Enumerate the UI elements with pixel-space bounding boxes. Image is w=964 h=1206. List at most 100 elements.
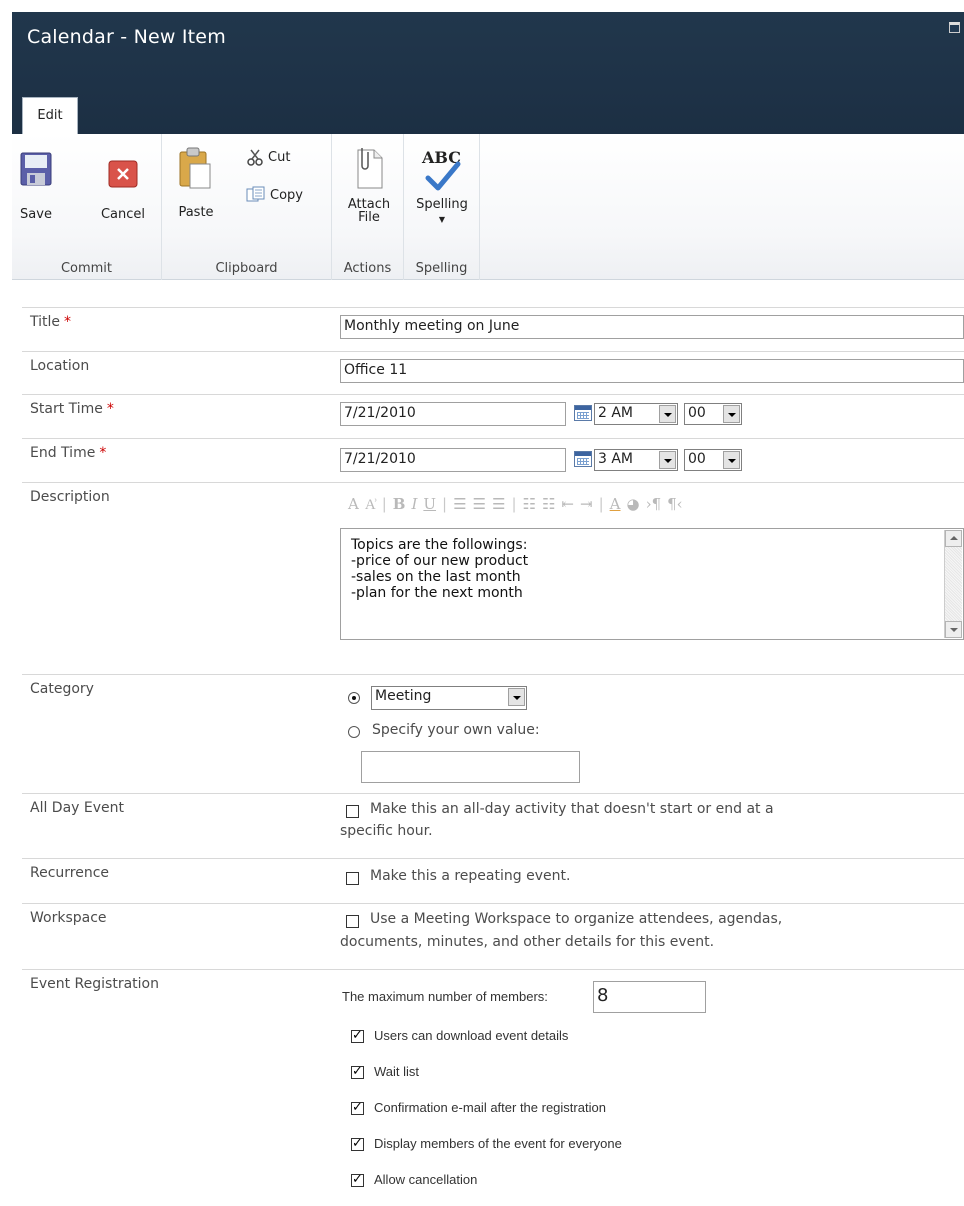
ribbon-group-commit: Save Cancel Commit <box>12 134 162 280</box>
cut-icon <box>247 149 263 166</box>
font-size-icon[interactable]: A <box>348 495 359 513</box>
max-members-input[interactable]: 8 <box>593 981 706 1013</box>
end-time-label: End Time * <box>30 445 107 461</box>
paste-button[interactable]: Paste <box>176 146 216 219</box>
attach-file-button[interactable]: Attach File <box>342 146 396 224</box>
display-members-label: Display members of the event for everyon… <box>374 1136 622 1151</box>
copy-label: Copy <box>270 187 303 203</box>
save-button[interactable]: Save <box>16 152 56 221</box>
all-day-event-label: All Day Event <box>30 800 125 816</box>
group-label-clipboard: Clipboard <box>215 261 278 276</box>
row-start-time: Start Time * 7/21/2010 2 AM 00 <box>22 394 964 438</box>
start-time-label: Start Time * <box>30 401 114 417</box>
tab-edit[interactable]: Edit <box>22 97 78 134</box>
save-label: Save <box>20 207 52 222</box>
italic-icon[interactable]: I <box>411 495 417 513</box>
end-hour-select[interactable]: 3 AM <box>594 449 678 471</box>
row-description: Description A A͗ | B I U | ☰ ☰ ☰ | ☷ ☷ ⇤… <box>22 482 964 674</box>
recurrence-checkbox[interactable] <box>346 872 359 885</box>
calendar-icon[interactable] <box>574 405 592 421</box>
description-editor[interactable]: Topics are the followings: -price of our… <box>340 528 964 640</box>
attach-label-line2: File <box>358 210 380 225</box>
ribbon-group-clipboard: Paste Cut Copy Clipboard <box>162 134 332 280</box>
description-scrollbar[interactable] <box>944 530 962 638</box>
indent-icon[interactable]: ⇥ <box>580 495 593 513</box>
all-day-text-line1: Make this an all-day activity that doesn… <box>370 801 774 817</box>
calendar-icon[interactable] <box>574 451 592 467</box>
workspace-text-line2: documents, minutes, and other details fo… <box>340 934 715 950</box>
workspace-checkbox[interactable] <box>346 915 359 928</box>
align-left-icon[interactable]: ☰ <box>453 495 466 513</box>
underline-icon[interactable]: U <box>423 495 436 513</box>
bullet-list-icon[interactable]: ☷ <box>542 495 555 513</box>
allow-cancellation-checkbox[interactable] <box>351 1172 364 1187</box>
rtl-icon[interactable]: ¶‹ <box>667 495 683 513</box>
rich-text-toolbar: A A͗ | B I U | ☰ ☰ ☰ | ☷ ☷ ⇤ ⇥ | A ◕ ›¶ … <box>348 494 683 514</box>
bold-icon[interactable]: B <box>393 495 406 513</box>
start-hour-select[interactable]: 2 AM <box>594 403 678 425</box>
download-details-label: Users can download event details <box>374 1028 569 1043</box>
cancel-button[interactable]: Cancel <box>94 160 152 221</box>
start-date-input[interactable]: 7/21/2010 <box>340 402 566 426</box>
category-choice-radio[interactable] <box>348 692 360 704</box>
event-registration-label: Event Registration <box>30 976 159 992</box>
wait-list-label: Wait list <box>374 1064 420 1079</box>
group-label-actions: Actions <box>343 261 392 276</box>
required-marker: * <box>64 314 72 330</box>
download-details-checkbox[interactable] <box>351 1028 364 1043</box>
ribbon-group-spelling: ABC Spelling ▼ Spelling <box>404 134 480 280</box>
spelling-button[interactable]: ABC Spelling ▼ <box>410 148 474 226</box>
all-day-checkbox[interactable] <box>346 805 359 818</box>
outdent-icon[interactable]: ⇤ <box>561 495 574 513</box>
spelling-dropdown-icon[interactable]: ▼ <box>410 213 474 226</box>
spelling-label: Spelling <box>416 197 468 212</box>
workspace-label: Workspace <box>30 910 107 926</box>
align-center-icon[interactable]: ☰ <box>473 495 486 513</box>
required-marker: * <box>106 401 114 417</box>
row-category: Category Meeting Specify your own value: <box>22 674 964 793</box>
scroll-up-icon[interactable] <box>945 530 962 547</box>
recurrence-label: Recurrence <box>30 865 110 881</box>
category-select[interactable]: Meeting <box>371 686 527 710</box>
confirmation-email-checkbox[interactable] <box>351 1100 364 1115</box>
own-value-input[interactable] <box>361 751 580 783</box>
category-own-value-radio[interactable] <box>348 726 360 738</box>
row-event-registration: Event Registration The maximum number of… <box>22 969 964 1205</box>
recurrence-text: Make this a repeating event. <box>370 868 571 884</box>
highlight-icon[interactable]: ◕ <box>626 495 639 513</box>
copy-button[interactable]: Copy <box>246 186 303 204</box>
end-date-input[interactable]: 7/21/2010 <box>340 448 566 472</box>
start-minute-select[interactable]: 00 <box>684 403 742 425</box>
font-color-icon[interactable]: A <box>610 495 621 513</box>
cut-label: Cut <box>268 149 291 165</box>
copy-icon <box>246 186 265 202</box>
wait-list-checkbox[interactable] <box>351 1064 364 1079</box>
workspace-text-line1: Use a Meeting Workspace to organize atte… <box>370 911 783 927</box>
maximize-icon[interactable] <box>949 22 960 33</box>
align-right-icon[interactable]: ☰ <box>492 495 505 513</box>
cut-button[interactable]: Cut <box>246 148 290 166</box>
title-input[interactable]: Monthly meeting on June <box>340 315 964 339</box>
scroll-down-icon[interactable] <box>945 621 962 638</box>
max-members-label: The maximum number of members: <box>342 989 548 1004</box>
description-label: Description <box>30 489 110 505</box>
display-members-checkbox[interactable] <box>351 1136 364 1151</box>
font-grow-icon[interactable]: A͗ <box>365 495 376 514</box>
cancel-label: Cancel <box>100 207 146 222</box>
end-minute-select[interactable]: 00 <box>684 449 742 471</box>
row-recurrence: Recurrence Make this a repeating event. <box>22 858 964 903</box>
location-input[interactable]: Office 11 <box>340 359 964 383</box>
ltr-icon[interactable]: ›¶ <box>646 495 662 513</box>
numbered-list-icon[interactable]: ☷ <box>523 495 536 513</box>
row-workspace: Workspace Use a Meeting Workspace to org… <box>22 903 964 969</box>
row-location: Location Office 11 <box>22 351 964 394</box>
title-label: Title * <box>30 314 72 330</box>
row-all-day-event: All Day Event Make this an all-day activ… <box>22 793 964 858</box>
location-label: Location <box>30 358 90 374</box>
chevron-down-icon <box>508 688 525 706</box>
dialog-title: Calendar - New Item <box>27 26 226 48</box>
spelling-icon: ABC <box>420 148 464 192</box>
all-day-text-line2: specific hour. <box>340 823 433 839</box>
required-marker: * <box>99 445 107 461</box>
chevron-down-icon <box>723 451 740 469</box>
